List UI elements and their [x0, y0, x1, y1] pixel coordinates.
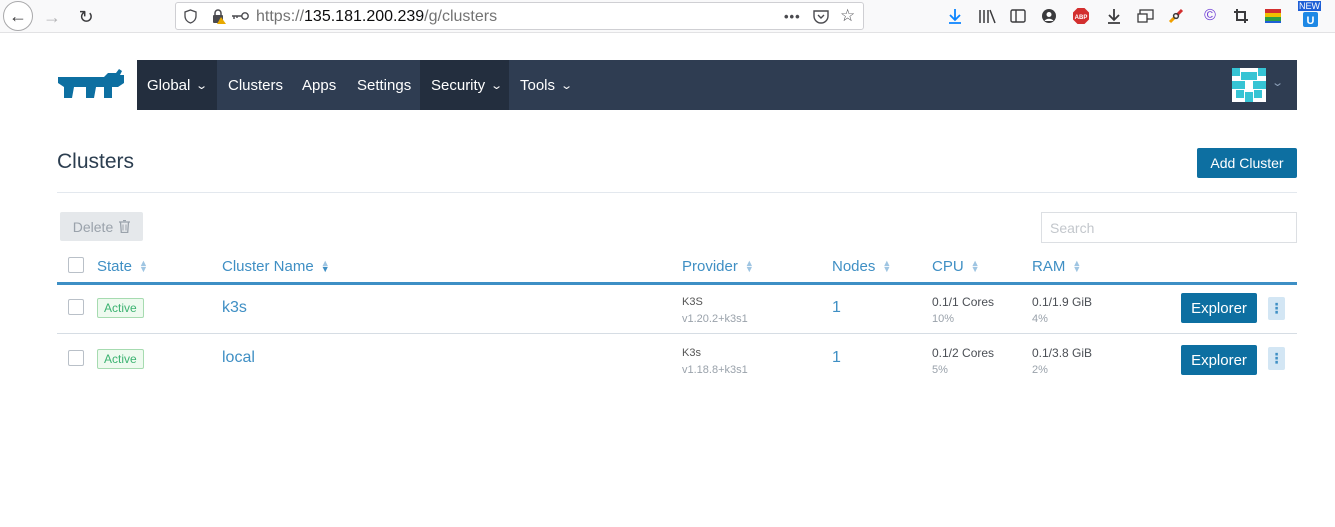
sort-icon: ▲ ▼ — [882, 258, 892, 274]
nav-clusters[interactable]: Clusters — [228, 60, 283, 110]
cluster-name-link[interactable]: k3s — [222, 299, 247, 317]
header-divider — [57, 192, 1297, 193]
user-avatar[interactable] — [1232, 68, 1266, 102]
search-input[interactable] — [1041, 212, 1297, 243]
chevron-down-icon: ⌄ — [195, 79, 209, 92]
column-header-nodes[interactable]: Nodes ▲ ▼ — [832, 256, 891, 276]
nav-clusters-label: Clusters — [228, 76, 284, 94]
pocket-icon[interactable] — [813, 7, 829, 25]
sort-icon: ▲ ▼ — [970, 258, 980, 274]
nav-global-label: Global — [147, 76, 191, 94]
back-icon[interactable]: ← — [3, 1, 33, 31]
column-header-ram-label: RAM — [1032, 257, 1066, 275]
nav-security-label: Security — [431, 76, 486, 94]
explorer-button[interactable]: Explorer — [1181, 293, 1257, 323]
row-actions-kebab-icon[interactable]: ⋮ — [1268, 347, 1285, 370]
link-extension-icon[interactable] — [1166, 6, 1186, 26]
row-actions-kebab-icon[interactable]: ⋮ — [1268, 297, 1285, 320]
delete-label: Delete — [72, 218, 114, 235]
nav-tools-label: Tools — [520, 76, 556, 94]
sort-icon: ▲ ▼ — [744, 258, 754, 274]
cluster-name-link[interactable]: local — [222, 349, 255, 367]
sort-icon: ▲ ▼ — [1072, 258, 1082, 274]
column-header-ram[interactable]: RAM ▲ ▼ — [1032, 256, 1081, 276]
chevron-down-icon: ⌄ — [560, 79, 574, 92]
sidebar-icon[interactable] — [1008, 6, 1028, 26]
user-menu-chevron-icon[interactable]: ⌄ — [1271, 76, 1284, 89]
nodes-count-link[interactable]: 1 — [832, 349, 841, 367]
bookmark-star-icon[interactable]: ☆ — [840, 6, 855, 25]
explorer-button[interactable]: Explorer — [1181, 345, 1257, 375]
adblock-icon[interactable]: ABP — [1071, 6, 1091, 26]
svg-text:ABP: ABP — [1075, 15, 1088, 21]
more-actions-icon[interactable]: ••• — [784, 7, 801, 25]
column-header-cluster-name[interactable]: Cluster Name ▲ ▼ — [222, 256, 330, 276]
color-extension-icon[interactable] — [1263, 6, 1283, 26]
nav-tools[interactable]: Tools ⌄ — [520, 60, 574, 110]
cpu-usage: 0.1/2 Cores — [932, 346, 995, 360]
table-header-divider — [57, 282, 1297, 285]
cpu-percent: 10% — [932, 313, 955, 325]
lock-warning-icon[interactable] — [211, 7, 227, 25]
ram-usage: 0.1/3.8 GiB — [1032, 346, 1093, 360]
nodes-count-link[interactable]: 1 — [832, 299, 841, 317]
download-arrow-icon[interactable] — [1104, 6, 1124, 26]
copyright-icon[interactable]: © — [1200, 6, 1220, 26]
provider-name: K3S — [682, 296, 703, 308]
status-badge: Active — [97, 349, 144, 369]
column-header-state[interactable]: State ▲ ▼ — [97, 256, 148, 276]
provider-name: K3s — [682, 347, 701, 359]
url-text[interactable]: https://135.181.200.239/g/clusters — [256, 8, 497, 26]
nav-apps[interactable]: Apps — [302, 60, 336, 110]
page-title: Clusters — [57, 150, 135, 173]
forward-icon[interactable]: → — [38, 3, 66, 31]
nav-settings[interactable]: Settings — [357, 60, 411, 110]
delete-button[interactable]: Delete — [60, 212, 143, 241]
screenshot-icon[interactable] — [1136, 6, 1156, 26]
row-checkbox[interactable] — [68, 299, 84, 315]
top-navigation: Global ⌄ Clusters Apps Settings Security ⌄… — [137, 60, 1297, 110]
download-icon[interactable] — [945, 6, 965, 26]
row-divider — [57, 333, 1297, 334]
nav-global[interactable]: Global ⌄ — [137, 60, 217, 110]
cpu-percent: 5% — [932, 364, 948, 376]
column-header-state-label: State — [97, 257, 133, 275]
ram-usage: 0.1/1.9 GiB — [1032, 295, 1093, 309]
key-icon[interactable] — [231, 7, 249, 25]
column-header-provider-label: Provider — [682, 257, 738, 275]
select-all-checkbox[interactable] — [68, 257, 84, 273]
chevron-down-icon: ⌄ — [490, 79, 504, 92]
row-checkbox[interactable] — [68, 350, 84, 366]
ram-percent: 2% — [1032, 364, 1048, 376]
crop-icon[interactable] — [1231, 6, 1251, 26]
provider-version: v1.20.2+k3s1 — [682, 313, 748, 325]
provider-version: v1.18.8+k3s1 — [682, 364, 748, 376]
shield-icon[interactable] — [184, 7, 197, 25]
column-header-provider[interactable]: Provider ▲ ▼ — [682, 256, 754, 276]
nav-settings-label: Settings — [357, 76, 412, 94]
nav-apps-label: Apps — [302, 76, 337, 94]
column-header-cpu[interactable]: CPU ▲ ▼ — [932, 256, 980, 276]
trash-icon — [119, 220, 131, 233]
rancher-logo[interactable] — [56, 67, 126, 101]
new-extension-icon[interactable]: U NEW — [1296, 1, 1324, 31]
nav-security[interactable]: Security ⌄ — [420, 60, 509, 110]
cpu-usage: 0.1/1 Cores — [932, 295, 995, 309]
status-badge: Active — [97, 298, 144, 318]
svg-text:U: U — [1307, 15, 1315, 27]
library-icon[interactable] — [977, 6, 997, 26]
add-cluster-button[interactable]: Add Cluster — [1197, 148, 1297, 178]
column-header-cluster-name-label: Cluster Name — [222, 257, 314, 275]
column-header-cpu-label: CPU — [932, 257, 964, 275]
ram-percent: 4% — [1032, 313, 1048, 325]
new-badge: NEW — [1298, 1, 1321, 11]
sort-desc-icon: ▲ ▼ — [320, 258, 330, 274]
reload-icon[interactable]: ↻ — [72, 3, 100, 31]
column-header-nodes-label: Nodes — [832, 257, 876, 275]
url-bar[interactable]: https://135.181.200.239/g/clusters ••• ☆ — [175, 2, 864, 30]
sort-icon: ▲ ▼ — [139, 258, 148, 274]
browser-toolbar: ← → ↻ https://135.181.200.239/g/clusters… — [0, 0, 1335, 33]
account-icon[interactable] — [1039, 6, 1059, 26]
